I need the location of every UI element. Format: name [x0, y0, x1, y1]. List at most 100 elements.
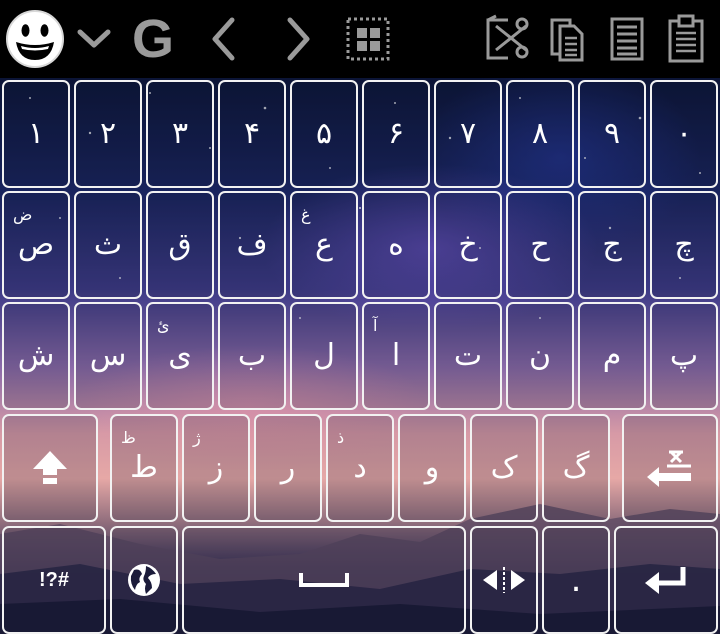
enter-key[interactable] — [614, 526, 718, 634]
key[interactable]: ت — [434, 302, 502, 410]
shift-key[interactable] — [2, 414, 98, 522]
key[interactable]: ۲ — [74, 80, 142, 188]
chevron-down-icon[interactable] — [72, 0, 116, 78]
key-label: ش — [17, 338, 55, 373]
key[interactable]: ق — [146, 191, 214, 299]
key[interactable]: اآ — [362, 302, 430, 410]
key-label: چ — [674, 227, 694, 262]
key-label: د — [353, 450, 367, 485]
key-label: ر — [280, 450, 296, 485]
arrow-right-icon[interactable] — [276, 0, 322, 78]
key[interactable]: ۷ — [434, 80, 502, 188]
space-key[interactable] — [182, 526, 466, 634]
backspace-icon — [647, 450, 691, 487]
select-grid-icon[interactable] — [342, 0, 394, 78]
key-label: ث — [93, 227, 123, 262]
key[interactable]: س — [74, 302, 142, 410]
key[interactable]: پ — [650, 302, 718, 410]
cursor-arrows-icon — [483, 567, 525, 593]
key[interactable]: ۵ — [290, 80, 358, 188]
key-label: ط — [130, 450, 158, 485]
key-label: ص — [17, 227, 55, 262]
key-label: گ — [562, 450, 590, 485]
emoji-icon[interactable] — [2, 0, 68, 78]
period-key[interactable]: . — [542, 526, 610, 634]
key[interactable]: ن — [506, 302, 574, 410]
key[interactable]: ب — [218, 302, 286, 410]
key-label: ۱ — [27, 116, 45, 151]
key[interactable]: عغ — [290, 191, 358, 299]
key[interactable]: ۱ — [2, 80, 70, 188]
key-label: ع — [315, 227, 333, 262]
key[interactable]: ۸ — [506, 80, 574, 188]
key-label: ق — [168, 227, 192, 262]
key[interactable]: م — [578, 302, 646, 410]
key[interactable]: زژ — [182, 414, 250, 522]
key[interactable]: دذ — [326, 414, 394, 522]
key-label: ۸ — [531, 116, 549, 151]
key-label: خ — [458, 227, 478, 262]
key[interactable]: ش — [2, 302, 70, 410]
key[interactable]: طظ — [110, 414, 178, 522]
select-all-icon[interactable] — [604, 0, 650, 78]
key-label: ۲ — [99, 116, 117, 151]
key[interactable]: صض — [2, 191, 70, 299]
key-hint: غ — [301, 205, 311, 224]
key[interactable]: و — [398, 414, 466, 522]
key[interactable]: ۳ — [146, 80, 214, 188]
key-label: ک — [490, 450, 518, 485]
key-label: ف — [236, 227, 268, 262]
key[interactable]: ل — [290, 302, 358, 410]
key[interactable]: خ — [434, 191, 502, 299]
key-hint: ظ — [121, 428, 136, 447]
key[interactable]: ر — [254, 414, 322, 522]
enter-icon — [645, 567, 686, 594]
key[interactable]: یئ — [146, 302, 214, 410]
key-label: ۹ — [603, 116, 621, 151]
key[interactable]: ف — [218, 191, 286, 299]
key-label: ۷ — [459, 116, 477, 151]
key-hint: ذ — [337, 428, 345, 447]
key-label: ا — [391, 338, 401, 373]
key-label: ح — [530, 227, 550, 262]
key-hint: ژ — [193, 428, 201, 447]
cut-icon[interactable] — [480, 0, 534, 78]
key-label: ج — [602, 227, 622, 262]
paste-icon[interactable] — [662, 0, 710, 78]
key[interactable]: ح — [506, 191, 574, 299]
key-hint: ض — [13, 205, 33, 224]
key[interactable]: ک — [470, 414, 538, 522]
shift-arrow-icon — [33, 451, 67, 484]
key-label: ۳ — [171, 116, 189, 151]
key[interactable]: ۶ — [362, 80, 430, 188]
key-label: ۰ — [675, 116, 693, 151]
key[interactable]: ۰ — [650, 80, 718, 188]
key[interactable]: گ — [542, 414, 610, 522]
key-label: ل — [313, 338, 335, 373]
backspace-key[interactable] — [622, 414, 718, 522]
key-label: و — [424, 450, 440, 485]
space-bar-icon — [299, 573, 349, 587]
cursor-move-key[interactable] — [470, 526, 538, 634]
key-label: ت — [453, 338, 483, 373]
key-label: ز — [208, 450, 224, 485]
key[interactable]: چ — [650, 191, 718, 299]
key-label: ی — [168, 338, 192, 373]
key[interactable]: ۹ — [578, 80, 646, 188]
key-hint: ئ — [157, 316, 170, 335]
key[interactable]: ۴ — [218, 80, 286, 188]
key-label: ۶ — [387, 116, 405, 151]
copy-icon[interactable] — [544, 0, 590, 78]
language-key[interactable] — [110, 526, 178, 634]
symbols-key[interactable]: !?# — [2, 526, 106, 634]
key[interactable]: ج — [578, 191, 646, 299]
arrow-left-icon[interactable] — [200, 0, 246, 78]
google-g-icon[interactable]: G — [120, 0, 186, 78]
key-label: پ — [669, 338, 699, 373]
key[interactable]: ث — [74, 191, 142, 299]
key-label: ۵ — [315, 116, 333, 151]
period-key-label: . — [570, 560, 582, 600]
key-label: ه — [388, 227, 404, 262]
key[interactable]: ه — [362, 191, 430, 299]
symbols-key-label: !?# — [39, 568, 69, 591]
